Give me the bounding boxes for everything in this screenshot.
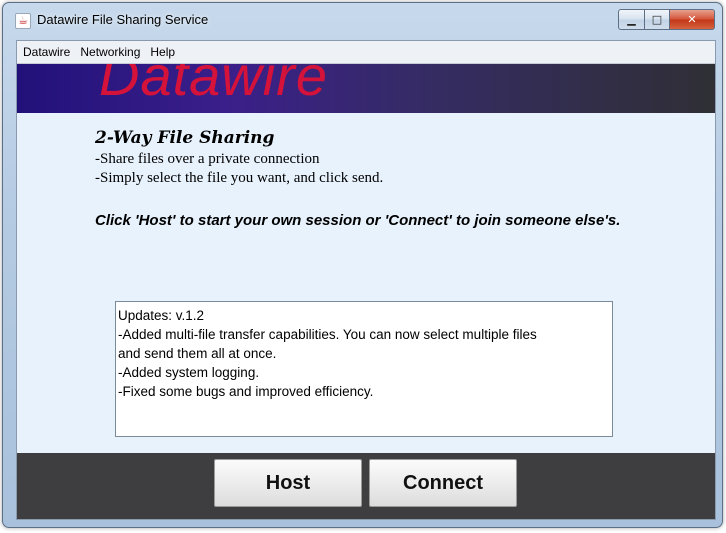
menu-networking[interactable]: Networking [76,45,144,59]
update-line: Updates: v.1.2 [118,308,205,323]
feature-bullet: -Share files over a private connection [95,151,320,167]
client-area: Datawire Networking Help Datawire 2-Way … [16,40,716,520]
window-controls: ▁ □ ✕ [618,9,715,30]
close-icon: ✕ [687,13,697,26]
main-content: 2-Way File Sharing -Share files over a p… [17,113,715,453]
maximize-icon: □ [651,13,663,26]
brand-banner: Datawire [17,64,715,113]
minimize-button[interactable]: ▁ [618,9,645,30]
update-line: -Added system logging. [118,365,260,380]
menu-datawire[interactable]: Datawire [19,45,74,59]
menu-bar: Datawire Networking Help [17,41,715,64]
action-bar: Host Connect [17,453,715,519]
updates-textarea[interactable]: Updates: v.1.2 -Added multi-file transfe… [115,301,613,437]
title-bar[interactable]: ☕ Datawire File Sharing Service ▁ □ ✕ [3,3,722,39]
instruction-text: Click 'Host' to start your own session o… [95,212,621,229]
minimize-icon: ▁ [627,13,636,26]
host-button[interactable]: Host [214,459,362,507]
datawire-logo: Datawire [99,64,328,107]
connect-button[interactable]: Connect [369,459,517,507]
feature-heading: 2-Way File Sharing [95,128,275,148]
window-title: Datawire File Sharing Service [37,12,209,27]
feature-bullet: -Simply select the file you want, and cl… [95,170,384,186]
java-cup-icon: ☕ [15,13,31,29]
app-window: ☕ Datawire File Sharing Service ▁ □ ✕ Da… [2,2,723,528]
maximize-button[interactable]: □ [645,9,670,30]
update-line: -Fixed some bugs and improved efficiency… [118,384,374,399]
update-line: and send them all at once. [118,346,277,361]
menu-help[interactable]: Help [146,45,179,59]
close-button[interactable]: ✕ [670,9,715,30]
update-line: -Added multi-file transfer capabilities.… [118,327,537,342]
